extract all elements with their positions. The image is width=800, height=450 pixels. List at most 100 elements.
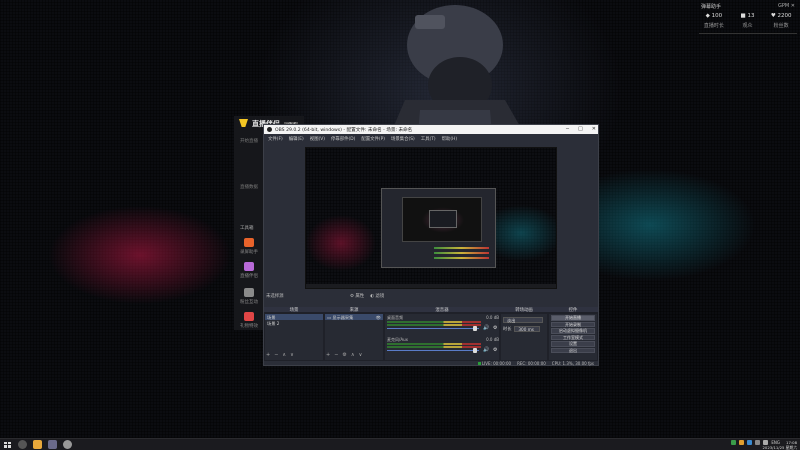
taskbar-clock[interactable]: 17:08 2023/11/25 星期六 [763,440,797,450]
file-explorer-icon[interactable] [33,440,42,449]
search-icon[interactable] [18,440,27,449]
start-streaming-button[interactable]: 开始直播 [551,315,595,321]
studio-mode-button[interactable]: 工作室模式 [551,334,595,340]
tool-interact[interactable]: 粉丝互动 [236,288,262,305]
volume-slider[interactable] [387,350,479,351]
live-indicator-icon [477,361,481,365]
tool-companion[interactable]: 直播伴侣 [236,262,262,279]
exit-button[interactable]: 退出 [551,347,595,353]
tray-app-icon[interactable] [747,440,753,445]
menu-file[interactable]: 文件(F) [268,136,283,142]
settings-icon[interactable] [63,440,72,449]
volume-slider[interactable] [387,328,479,329]
menu-help[interactable]: 帮助(H) [442,136,458,142]
clock-date: 2023/11/25 星期六 [762,445,797,450]
close-icon[interactable]: ✕ [592,126,596,132]
start-tile [4,441,7,444]
obs-window-title: OBS 29.0.2 (64-bit, windows) - 配置文件: 未命名… [275,127,413,133]
menu-tools[interactable]: 工具(T) [421,136,436,142]
transition-type-row: 淡出 [503,317,545,323]
add-icon[interactable]: + [326,352,330,359]
duration-label: 时长 [503,326,512,331]
stat-value: ■ 13 [740,13,755,19]
tray-app-icon[interactable] [731,440,737,445]
menu-docks[interactable]: 停靠部件(D) [331,136,355,142]
mixer-dock: 桌面音频 0.0 dB 🔊 ⚙ 麦克风/Aux 0.0 dB 🔊 ⚙ [384,313,500,361]
mixer-track-desktop: 桌面音频 0.0 dB 🔊 ⚙ [387,315,501,335]
start-recording-button[interactable]: 开始录制 [551,321,595,327]
nested-bar [434,257,489,259]
stat-fans: ♥ 2200 粉丝数 [764,13,798,29]
track-db: 0.0 dB [486,315,499,320]
settings-button[interactable]: 设置 [551,341,595,347]
nested-preview-inner [402,197,482,242]
visibility-icon[interactable]: 👁 [376,315,381,321]
gear-icon[interactable]: ⚙ [342,352,346,359]
add-icon[interactable]: + [266,352,270,359]
volume-meter [387,321,481,323]
speaker-icon[interactable]: 🔊 [483,325,489,331]
stat-label: 直播时长 [703,23,724,29]
menu-profile[interactable]: 配置文件(P) [361,136,385,142]
start-button[interactable] [2,440,12,450]
obs-window: OBS 29.0.2 (64-bit, windows) - 配置文件: 未命名… [263,124,599,366]
no-source-selected: 未选择源 [266,294,284,299]
tray-app-icon[interactable] [739,440,745,445]
network-icon[interactable] [755,440,761,445]
track-db: 0.0 dB [486,337,499,342]
source-item-label: 显示器采集 [332,315,354,320]
companion-tool-icon [244,262,254,271]
recursive-preview [381,188,496,268]
brand-logo-icon [239,119,248,127]
maximize-icon[interactable]: □ [578,126,583,132]
source-toolbar: 未选择源 ⚙ 属性 ◐ 滤镜 [264,293,598,300]
up-icon[interactable]: ∧ [351,352,355,359]
stat-duration: ◆ 100 直播时长 [697,13,731,29]
volume-slider-handle[interactable] [473,348,477,353]
down-icon[interactable]: ∨ [359,352,363,359]
source-item[interactable]: ▭ 显示器采集 👁 [325,314,383,320]
filters-button[interactable]: ◐ 滤镜 [370,293,384,299]
close-icon[interactable]: GPM ✕ [778,3,795,9]
nested-preview-deep [429,210,457,228]
launcher-nav-start[interactable]: 开始直播 [240,138,258,144]
volume-slider-handle[interactable] [473,326,477,331]
speaker-icon[interactable]: 🔊 [483,347,489,353]
remove-icon[interactable]: − [274,352,278,359]
live-stats-widget: 弹幕助手 GPM ✕ ◆ 100 直播时长 ■ 13 观众 ♥ 2200 粉丝数 [697,2,798,34]
monitor-icon: ▭ [327,315,331,320]
virtual-camera-button[interactable]: 启动虚拟摄像机 [551,328,595,334]
scene-item[interactable]: 场景 2 [265,320,323,326]
gear-icon[interactable]: ⚙ [493,347,497,353]
up-icon[interactable]: ∧ [282,352,286,359]
tool-label: 直播伴侣 [240,274,258,279]
transition-duration-row: 时长 300 ms [503,326,545,332]
obs-taskbar-icon[interactable] [48,440,57,449]
volume-meter [387,346,481,348]
down-icon[interactable]: ∨ [290,352,294,359]
duration-input[interactable]: 300 ms [514,326,541,332]
nested-bar [434,252,489,254]
menu-scene-collection[interactable]: 场景集合(S) [391,136,415,142]
tool-record[interactable]: 录屏助手 [236,238,262,255]
rec-status: REC: 00:00:00 [517,360,546,366]
obs-preview-canvas[interactable] [305,147,557,289]
remove-icon[interactable]: − [334,352,338,359]
controls-dock: 开始直播 开始录制 启动虚拟摄像机 工作室模式 设置 退出 [548,313,598,361]
menu-view[interactable]: 视图(V) [310,136,325,142]
properties-button[interactable]: ⚙ 属性 [350,293,364,299]
obs-titlebar[interactable]: OBS 29.0.2 (64-bit, windows) - 配置文件: 未命名… [264,125,598,134]
tool-label: 录屏助手 [240,250,258,255]
widget-divider [699,33,797,34]
stat-viewers: ■ 13 观众 [731,13,765,29]
menu-edit[interactable]: 编辑(E) [289,136,304,142]
stat-label: 观众 [742,23,753,29]
minimize-icon[interactable]: ─ [566,126,569,132]
tool-gift[interactable]: 礼物特效 [236,312,262,329]
launcher-nav-data[interactable]: 直播数据 [240,184,258,190]
gear-icon[interactable]: ⚙ [493,325,497,331]
transition-select[interactable]: 淡出 [503,317,543,323]
track-name: 麦克风/Aux [387,337,408,342]
volume-meter [387,324,481,326]
tool-label: 礼物特效 [240,324,258,329]
